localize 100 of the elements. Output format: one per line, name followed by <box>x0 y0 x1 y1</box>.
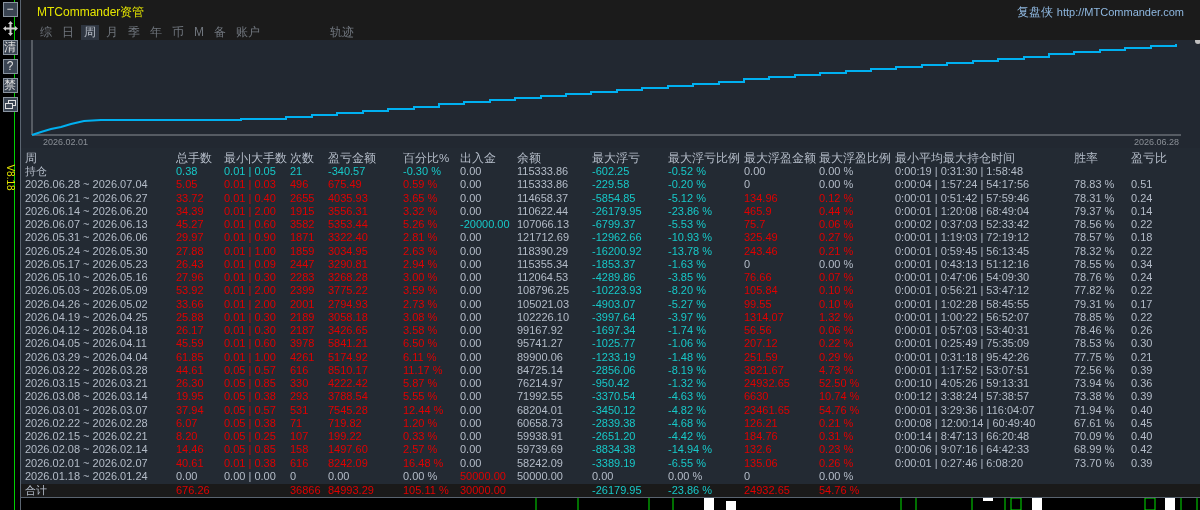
table-cell-text: 54.76 % <box>819 484 861 498</box>
table-cell-text: 0:00:01 | 0:59:45 | 56:13:45 <box>895 244 1031 258</box>
table-cell-text: 0.33 % <box>403 430 439 444</box>
table-cell-text: 105021.03 <box>517 297 570 311</box>
table-cell-text: -950.42 <box>592 377 631 391</box>
tab[interactable]: 日 <box>59 24 77 40</box>
table-cell-text: 3788.54 <box>328 390 369 404</box>
table-cell-text: 0.05 | 0.85 <box>224 377 277 391</box>
table-cell-text: -0.20 % <box>668 178 707 192</box>
table-cell-text: 0 <box>744 469 752 484</box>
table-cell-text: 0.10 % <box>819 297 855 311</box>
toolbar-button[interactable]: 禁 <box>2 78 18 93</box>
table-cell-text: 95741.27 <box>517 337 564 351</box>
table-cell-text: -3370.54 <box>592 390 637 404</box>
table-cell-text: 2187 <box>290 324 316 338</box>
table-cell-text: 121712.69 <box>517 231 570 245</box>
table-cell-text: 0.22 % <box>819 337 855 351</box>
table-cell-text: 0.00 | 0.00 <box>224 469 277 484</box>
table-cell-text: 0.21 % <box>819 416 855 431</box>
tab[interactable]: M <box>191 24 207 40</box>
table-cell-text: 5.87 % <box>403 377 439 391</box>
table-cell-text: 0.00 <box>460 443 483 457</box>
tab[interactable]: 轨迹 <box>327 24 357 40</box>
table-cell-text: 12.44 % <box>403 403 445 417</box>
tab[interactable]: 周 <box>81 24 99 40</box>
table-cell-text: 0.51 <box>1131 178 1154 192</box>
column-header: 次数 <box>290 151 315 166</box>
table-cell-text: 40.61 <box>176 456 205 470</box>
table-cell-text: 3.58 % <box>403 324 439 338</box>
table-cell-text: 79.37 % <box>1074 204 1116 219</box>
move-icon[interactable] <box>2 21 18 36</box>
scroll-handle-icon[interactable] <box>1195 40 1200 44</box>
table-cell-text: 0.01 | 0.38 <box>224 456 277 470</box>
table-cell-text: 465.9 <box>744 204 773 219</box>
tab[interactable]: 币 <box>169 24 187 40</box>
table-cell-text: 21 <box>290 165 304 179</box>
table-cell-text: 0.06 % <box>819 218 855 232</box>
table-cell-text: -14.94 % <box>668 443 714 457</box>
table-cell-text: -3.97 % <box>668 310 707 325</box>
table-cell-text: 2.81 % <box>403 231 439 245</box>
toolbar-button[interactable]: 清 <box>2 40 18 55</box>
table-cell-text: 0.29 % <box>819 350 855 364</box>
table-cell-text: 107066.13 <box>517 218 570 232</box>
website-link[interactable]: http://MTCommander.com <box>1056 3 1184 21</box>
row-label: 2026.02.01 ~ 2026.02.07 <box>25 456 149 470</box>
tab[interactable]: 备 <box>211 24 229 40</box>
toolbar-button[interactable]: − <box>2 2 18 17</box>
table-cell-text: 50000.00 <box>460 469 507 484</box>
table-cell-text: 3.32 % <box>403 204 439 219</box>
version-label: V8.18 <box>3 163 17 191</box>
tab[interactable]: 年 <box>147 24 165 40</box>
table-cell-text: -6.55 % <box>668 456 707 470</box>
table-cell-text: 184.76 <box>744 430 779 444</box>
table-cell-text: 2.94 % <box>403 257 439 272</box>
table-cell-text: -2856.06 <box>592 363 637 378</box>
row-label: 2026.06.21 ~ 2026.06.27 <box>25 191 149 205</box>
table-cell-text: 107 <box>290 430 310 444</box>
table-cell-text: 251.59 <box>744 350 779 364</box>
tab[interactable]: 月 <box>103 24 121 40</box>
table-cell-text: 0.00 <box>460 244 483 258</box>
table-cell-text: 26.43 <box>176 257 205 272</box>
table-cell-text: 84993.29 <box>328 484 375 498</box>
table-cell-text: 3.65 % <box>403 191 439 205</box>
restore-icon[interactable] <box>2 97 18 112</box>
toolbar-button[interactable]: ? <box>2 59 18 74</box>
table-cell-text: 243.46 <box>744 244 779 258</box>
axis-label: 2026.06.28 <box>1134 136 1180 149</box>
table-cell-text: -1.63 % <box>668 257 707 272</box>
tab[interactable]: 账户 <box>233 24 263 40</box>
table-cell-text: 2.63 % <box>403 244 439 258</box>
row-label: 2026.03.22 ~ 2026.03.28 <box>25 363 149 378</box>
column-header: 最大浮盈金额 <box>744 151 817 166</box>
table-cell-text: 0.36 <box>1131 377 1154 391</box>
table-cell-text: 105.84 <box>744 284 779 298</box>
table-cell-text: 0.39 <box>1131 390 1154 404</box>
table-cell-text: 0.45 <box>1131 416 1154 431</box>
table-cell-text: 99167.92 <box>517 324 564 338</box>
tab[interactable]: 综 <box>37 24 55 40</box>
table-cell-text: 0.14 <box>1131 204 1154 219</box>
table-cell-text: 0:00:01 | 1:17:52 | 53:07:51 <box>895 363 1031 378</box>
tab[interactable]: 季 <box>125 24 143 40</box>
table-cell-text: 3.00 % <box>403 271 439 285</box>
table-cell-text: 3322.40 <box>328 231 369 245</box>
table-cell-text: 0:00:10 | 4:05:26 | 59:13:31 <box>895 377 1031 391</box>
table-cell-text: 0.23 % <box>819 443 855 457</box>
table-cell-text: 0.10 % <box>819 284 855 298</box>
row-label: 2026.04.12 ~ 2026.04.18 <box>25 324 149 338</box>
table-cell-text: 0.00 <box>460 178 483 192</box>
table-cell-text: 0.30 <box>1131 337 1154 351</box>
row-label: 2026.05.17 ~ 2026.05.23 <box>25 257 149 272</box>
table-cell-text: 675.49 <box>328 178 363 192</box>
table-cell-text: 325.49 <box>744 231 779 245</box>
table-cell-text: 26.17 <box>176 324 205 338</box>
table-cell-text: 0.42 <box>1131 443 1154 457</box>
row-label: 2026.04.26 ~ 2026.05.02 <box>25 297 149 311</box>
table-cell-text: 3058.18 <box>328 310 369 325</box>
table-cell-text: 53.92 <box>176 284 205 298</box>
table-cell-text: 72.56 % <box>1074 363 1116 378</box>
table-cell-text: -8.20 % <box>668 284 707 298</box>
column-header: 最大浮盈比例 <box>819 151 892 166</box>
